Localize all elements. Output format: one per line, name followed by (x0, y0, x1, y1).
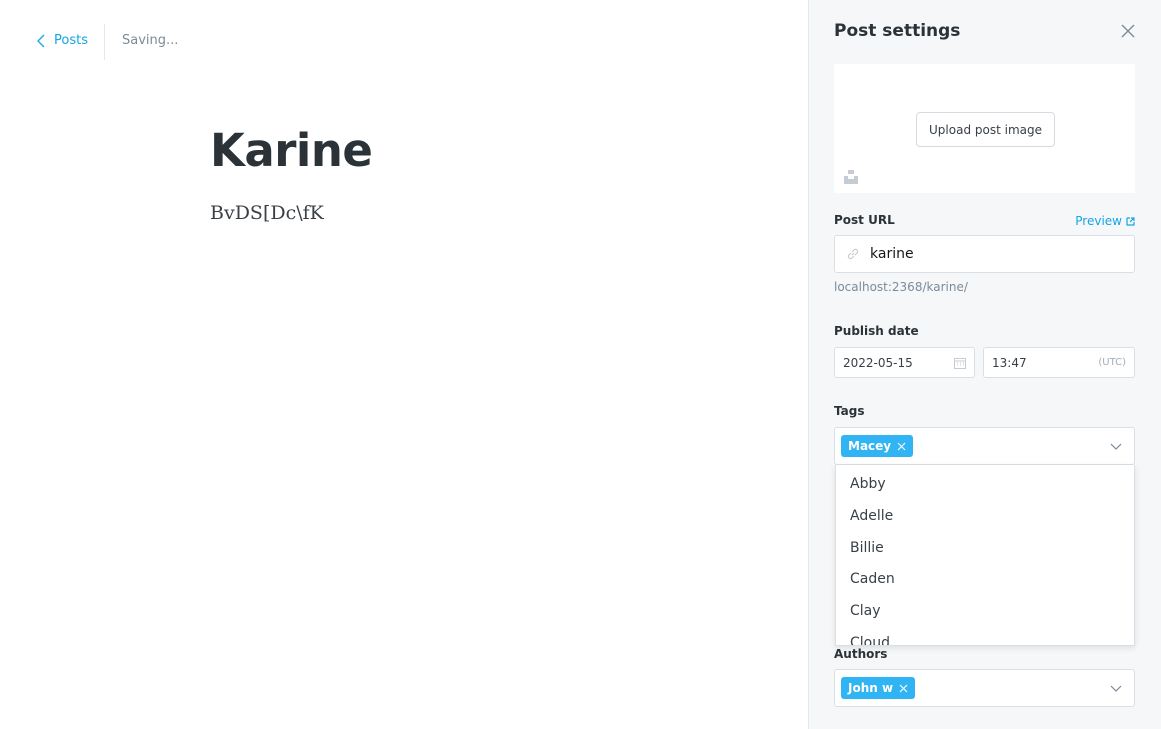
tag-option-cloud[interactable]: Cloud (836, 628, 1134, 645)
tags-dropdown: Abby Adelle Billie Caden Clay Cloud (835, 465, 1135, 646)
author-token[interactable]: John w (841, 677, 916, 699)
save-status: Saving... (122, 33, 179, 48)
publish-time-value: 13:47 (992, 355, 1027, 370)
link-icon (847, 248, 859, 260)
post-image-uploader: Upload post image (834, 64, 1135, 193)
calendar-icon[interactable] (954, 357, 966, 369)
post-title[interactable]: Karine (210, 124, 373, 177)
chevron-left-icon (37, 34, 45, 47)
post-url-hint: localhost:2368/karine/ (834, 280, 968, 294)
publish-date-label: Publish date (834, 324, 919, 338)
tag-option-clay[interactable]: Clay (836, 596, 1134, 628)
remove-tag-icon[interactable] (897, 442, 906, 451)
tag-option-billie[interactable]: Billie (836, 533, 1134, 565)
close-icon[interactable] (1119, 22, 1137, 40)
publish-date-field[interactable]: 2022-05-15 (834, 347, 975, 378)
settings-title: Post settings (834, 21, 961, 41)
author-token-label: John w (848, 681, 894, 695)
upload-post-image-button[interactable]: Upload post image (916, 112, 1055, 147)
chevron-down-icon[interactable] (1110, 441, 1122, 451)
post-url-field[interactable] (834, 235, 1135, 273)
publish-time-field[interactable]: 13:47 (UTC) (983, 347, 1135, 378)
tag-token-label: Macey (848, 439, 892, 453)
tag-option-caden[interactable]: Caden (836, 564, 1134, 596)
external-link-icon (1126, 216, 1135, 226)
remove-author-icon[interactable] (899, 684, 908, 693)
tag-option-abby[interactable]: Abby (836, 469, 1134, 501)
post-body[interactable]: BvDS[Dc\fK (210, 202, 324, 224)
topbar-divider (104, 24, 105, 60)
authors-label: Authors (834, 647, 888, 661)
tags-select[interactable]: Macey (834, 427, 1135, 465)
tags-label: Tags (834, 404, 865, 418)
post-url-label: Post URL (834, 213, 895, 227)
tag-token[interactable]: Macey (841, 435, 914, 457)
editor-pane: Posts Saving... Karine BvDS[Dc\fK (0, 0, 808, 729)
unsplash-icon[interactable] (844, 170, 858, 184)
post-settings-panel: Post settings Upload post image Post URL… (808, 0, 1161, 729)
chevron-down-icon[interactable] (1110, 683, 1122, 693)
publish-date-value: 2022-05-15 (843, 355, 913, 370)
back-link-label: Posts (54, 33, 88, 48)
preview-link-label: Preview (1075, 214, 1122, 228)
authors-select[interactable]: John w (834, 669, 1135, 707)
timezone-label: (UTC) (1098, 357, 1126, 368)
post-url-input[interactable] (870, 246, 1120, 262)
preview-link[interactable]: Preview (1075, 214, 1135, 228)
tag-option-adelle[interactable]: Adelle (836, 501, 1134, 533)
back-to-posts-link[interactable]: Posts (36, 33, 88, 48)
editor-topbar: Posts Saving... (0, 0, 808, 84)
